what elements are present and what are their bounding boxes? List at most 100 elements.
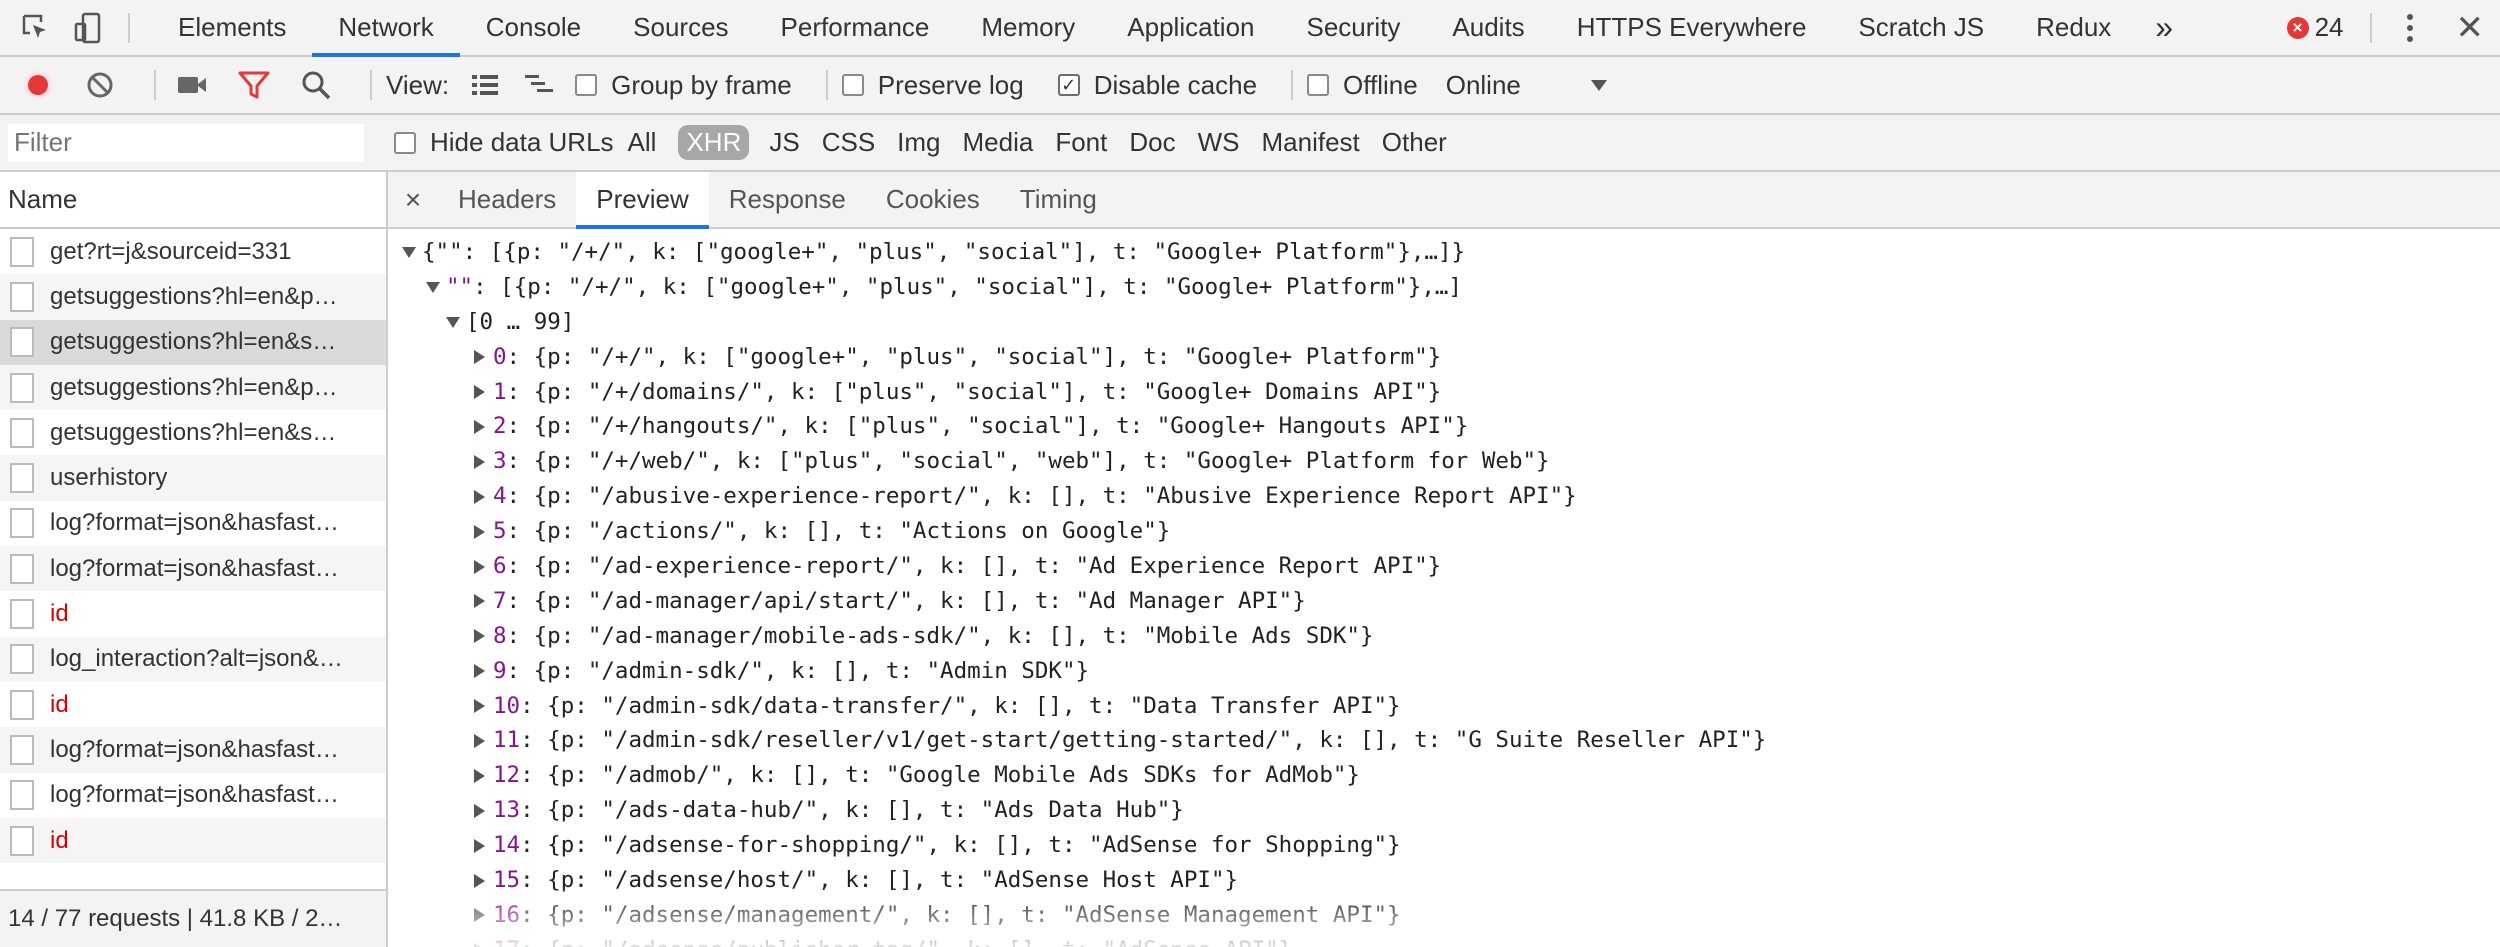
waterfall-view-icon[interactable] bbox=[517, 63, 561, 107]
filter-input[interactable] bbox=[8, 123, 364, 162]
json-tree-node[interactable]: 0: {p: "/+/", k: ["google+", "plus", "so… bbox=[388, 340, 2500, 375]
close-devtools-button[interactable]: ✕ bbox=[2456, 11, 2485, 45]
detail-tab-response[interactable]: Response bbox=[709, 172, 866, 227]
json-tree-node[interactable]: {"": [{p: "/+/", k: ["google+", "plus", … bbox=[388, 235, 2500, 270]
filter-type-css[interactable]: CSS bbox=[822, 127, 875, 158]
json-tree-node[interactable]: 4: {p: "/abusive-experience-report/", k:… bbox=[388, 479, 2500, 514]
hide-data-urls-box[interactable] bbox=[394, 131, 416, 154]
tab-sources[interactable]: Sources bbox=[607, 0, 754, 55]
detail-tab-timing[interactable]: Timing bbox=[1000, 172, 1117, 227]
detail-tab-headers[interactable]: Headers bbox=[438, 172, 576, 227]
request-row[interactable]: getsuggestions?hl=en&s… bbox=[0, 410, 386, 455]
filter-type-manifest[interactable]: Manifest bbox=[1262, 127, 1360, 158]
json-tree-node[interactable]: 14: {p: "/adsense-for-shopping/", k: [],… bbox=[388, 828, 2500, 863]
json-tree-node[interactable]: 12: {p: "/admob/", k: [], t: "Google Mob… bbox=[388, 758, 2500, 793]
request-row[interactable]: getsuggestions?hl=en&p… bbox=[0, 274, 386, 320]
json-tree-node[interactable]: 2: {p: "/+/hangouts/", k: ["plus", "soci… bbox=[388, 409, 2500, 444]
group-by-frame-box[interactable] bbox=[575, 74, 598, 96]
request-row[interactable]: getsuggestions?hl=en&s… bbox=[0, 319, 386, 365]
search-icon[interactable] bbox=[294, 63, 338, 107]
filter-type-js[interactable]: JS bbox=[769, 127, 799, 158]
filter-type-img[interactable]: Img bbox=[897, 127, 940, 158]
json-tree-node[interactable]: 3: {p: "/+/web/", k: ["plus", "social", … bbox=[388, 444, 2500, 479]
disable-cache-box[interactable] bbox=[1057, 74, 1080, 96]
request-row[interactable]: log?format=json&hasfast… bbox=[0, 501, 386, 546]
json-tree-node[interactable]: 1: {p: "/+/domains/", k: ["plus", "socia… bbox=[388, 375, 2500, 410]
preserve-log-box[interactable] bbox=[841, 74, 864, 96]
request-row[interactable]: log?format=json&hasfast… bbox=[0, 773, 386, 818]
request-row[interactable]: get?rt=j&sourceid=331 bbox=[0, 229, 386, 274]
group-by-frame-checkbox[interactable]: Group by frame bbox=[575, 70, 806, 101]
expand-triangle-icon[interactable] bbox=[474, 664, 485, 679]
filter-type-xhr[interactable]: XHR bbox=[678, 125, 750, 160]
expand-triangle-icon[interactable] bbox=[474, 419, 485, 434]
expand-triangle-icon[interactable] bbox=[474, 489, 485, 504]
filter-type-all[interactable]: All bbox=[628, 127, 657, 158]
expand-triangle-icon[interactable] bbox=[474, 524, 485, 539]
tab-console[interactable]: Console bbox=[460, 0, 607, 55]
tab-performance[interactable]: Performance bbox=[755, 0, 956, 55]
filter-type-ws[interactable]: WS bbox=[1198, 127, 1240, 158]
more-options-icon[interactable] bbox=[2390, 13, 2430, 42]
collapse-triangle-icon[interactable] bbox=[446, 316, 460, 328]
json-tree-node[interactable]: 8: {p: "/ad-manager/mobile-ads-sdk/", k:… bbox=[388, 619, 2500, 654]
json-tree-node[interactable]: 6: {p: "/ad-experience-report/", k: [], … bbox=[388, 549, 2500, 584]
expand-triangle-icon[interactable] bbox=[474, 733, 485, 748]
request-row[interactable]: userhistory bbox=[0, 455, 386, 501]
hide-data-urls-checkbox[interactable]: Hide data URLs bbox=[394, 127, 614, 158]
collapse-triangle-icon[interactable] bbox=[426, 281, 440, 293]
filter-icon[interactable] bbox=[232, 63, 276, 107]
request-row[interactable]: id bbox=[0, 817, 386, 864]
more-tabs-button[interactable]: » bbox=[2137, 0, 2191, 55]
disable-cache-checkbox[interactable]: Disable cache bbox=[1057, 70, 1271, 101]
tab-application[interactable]: Application bbox=[1101, 0, 1280, 55]
throttling-select[interactable]: Online bbox=[1446, 70, 1607, 101]
tab-security[interactable]: Security bbox=[1281, 0, 1427, 55]
expand-triangle-icon[interactable] bbox=[474, 385, 485, 400]
expand-triangle-icon[interactable] bbox=[474, 699, 485, 714]
offline-box[interactable] bbox=[1307, 74, 1330, 96]
filter-type-other[interactable]: Other bbox=[1382, 127, 1447, 158]
detail-tab-preview[interactable]: Preview bbox=[576, 172, 710, 229]
tab-memory[interactable]: Memory bbox=[955, 0, 1101, 55]
json-tree-node[interactable]: 13: {p: "/ads-data-hub/", k: [], t: "Ads… bbox=[388, 793, 2500, 828]
tab-elements[interactable]: Elements bbox=[152, 0, 312, 55]
json-tree-node[interactable]: 11: {p: "/admin-sdk/reseller/v1/get-star… bbox=[388, 723, 2500, 758]
clear-button[interactable] bbox=[78, 63, 122, 107]
expand-triangle-icon[interactable] bbox=[474, 350, 485, 365]
offline-checkbox[interactable]: Offline bbox=[1307, 70, 1432, 101]
expand-triangle-icon[interactable] bbox=[474, 629, 485, 644]
expand-triangle-icon[interactable] bbox=[474, 454, 485, 469]
close-detail-button[interactable]: × bbox=[388, 172, 438, 227]
json-tree-node[interactable]: 5: {p: "/actions/", k: [], t: "Actions o… bbox=[388, 514, 2500, 549]
expand-triangle-icon[interactable] bbox=[474, 803, 485, 818]
filter-type-font[interactable]: Font bbox=[1055, 127, 1107, 158]
large-rows-view-icon[interactable] bbox=[463, 63, 507, 107]
tab-scratch-js[interactable]: Scratch JS bbox=[1832, 0, 2010, 55]
request-row[interactable]: id bbox=[0, 591, 386, 636]
expand-triangle-icon[interactable] bbox=[474, 873, 485, 888]
expand-triangle-icon[interactable] bbox=[474, 594, 485, 609]
inspect-element-icon[interactable] bbox=[10, 0, 62, 55]
tab-network[interactable]: Network bbox=[312, 0, 461, 57]
tab-audits[interactable]: Audits bbox=[1426, 0, 1550, 55]
json-tree-node[interactable]: "": [{p: "/+/", k: ["google+", "plus", "… bbox=[388, 270, 2500, 305]
collapse-triangle-icon[interactable] bbox=[402, 247, 416, 258]
json-tree-node[interactable]: 7: {p: "/ad-manager/api/start/", k: [], … bbox=[388, 584, 2500, 619]
json-tree-node[interactable]: 10: {p: "/admin-sdk/data-transfer/", k: … bbox=[388, 689, 2500, 724]
expand-triangle-icon[interactable] bbox=[474, 768, 485, 783]
preserve-log-checkbox[interactable]: Preserve log bbox=[841, 70, 1038, 101]
json-tree-node[interactable]: [0 … 99] bbox=[388, 305, 2500, 340]
request-row[interactable]: getsuggestions?hl=en&p… bbox=[0, 364, 386, 411]
request-row[interactable]: log_interaction?alt=json&… bbox=[0, 636, 386, 682]
tab-redux[interactable]: Redux bbox=[2010, 0, 2137, 55]
name-column-header[interactable]: Name bbox=[0, 172, 386, 229]
tab-https-everywhere[interactable]: HTTPS Everywhere bbox=[1551, 0, 1833, 55]
device-toolbar-icon[interactable] bbox=[62, 0, 114, 55]
json-tree-node[interactable]: 9: {p: "/admin-sdk/", k: [], t: "Admin S… bbox=[388, 654, 2500, 689]
detail-tab-cookies[interactable]: Cookies bbox=[866, 172, 1000, 227]
filter-type-media[interactable]: Media bbox=[963, 127, 1034, 158]
request-row[interactable]: log?format=json&hasfast… bbox=[0, 546, 386, 592]
request-row[interactable]: id bbox=[0, 682, 386, 727]
error-count-badge[interactable]: × 24 bbox=[2286, 12, 2344, 43]
